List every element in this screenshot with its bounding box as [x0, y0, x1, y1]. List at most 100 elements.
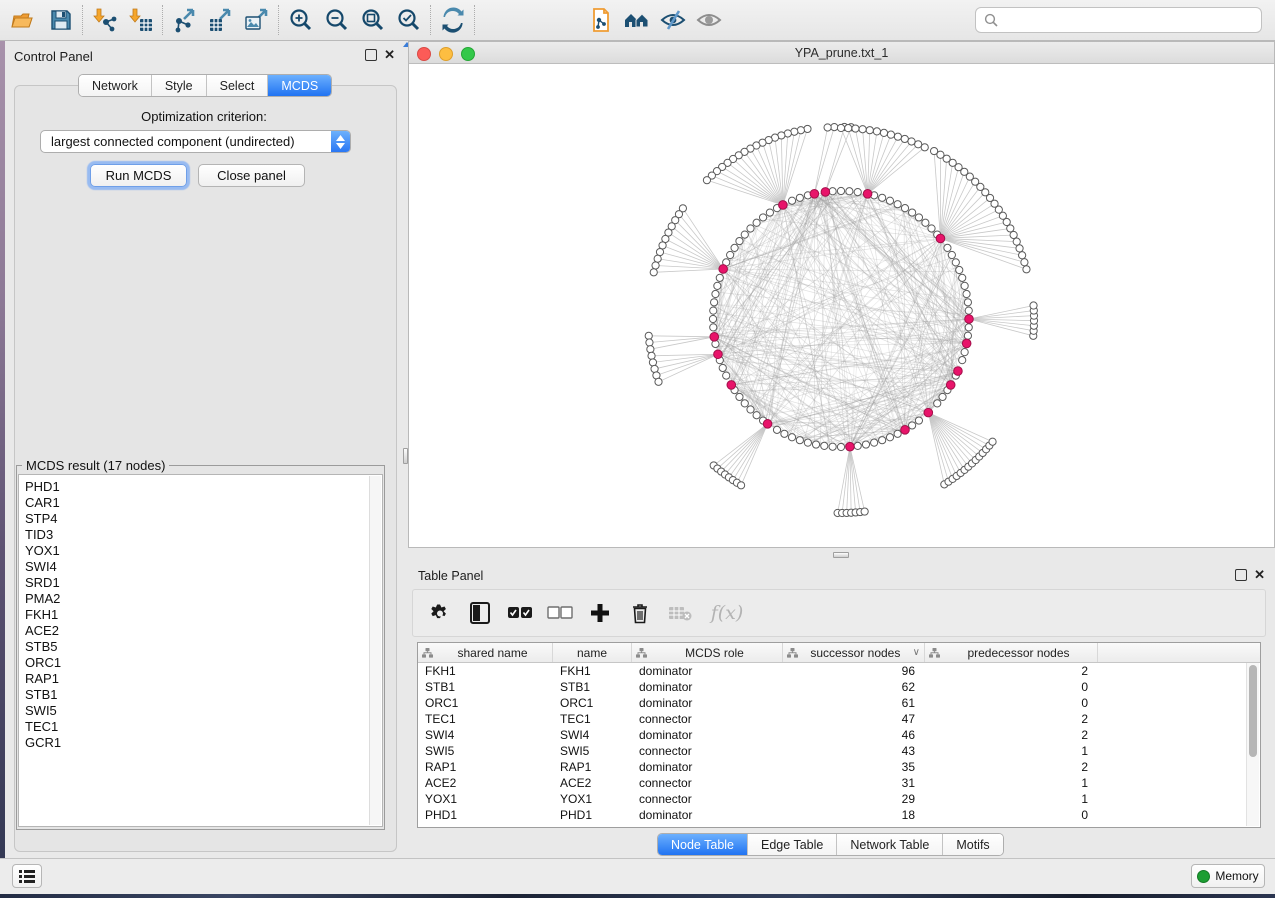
graph-node[interactable]	[909, 209, 916, 216]
graph-node[interactable]	[873, 128, 880, 135]
tab-select[interactable]: Select	[207, 75, 269, 96]
graph-node[interactable]	[887, 131, 894, 138]
task-history-button[interactable]	[12, 864, 42, 888]
mcds-list-scrollbar[interactable]	[369, 476, 381, 825]
graph-node[interactable]	[959, 357, 966, 364]
mcds-result-item[interactable]: FKH1	[19, 607, 382, 623]
graph-node[interactable]	[710, 299, 717, 306]
eye-slash-icon[interactable]	[658, 5, 688, 35]
graph-dominator-node[interactable]	[810, 189, 819, 198]
graph-node[interactable]	[852, 125, 859, 132]
mcds-result-item[interactable]: CAR1	[19, 495, 382, 511]
graph-dominator-node[interactable]	[965, 315, 974, 324]
close-panel-button[interactable]: Close panel	[198, 164, 305, 187]
graph-node[interactable]	[788, 434, 795, 441]
graph-node[interactable]	[901, 135, 908, 142]
graph-node[interactable]	[716, 274, 723, 281]
mcds-result-item[interactable]: RAP1	[19, 671, 382, 687]
network-document-icon[interactable]	[586, 5, 616, 35]
graph-dominator-node[interactable]	[946, 381, 955, 390]
graph-node[interactable]	[804, 439, 811, 446]
graph-dominator-node[interactable]	[714, 350, 723, 359]
graph-node[interactable]	[645, 332, 652, 339]
graph-node[interactable]	[829, 443, 836, 450]
gear-icon[interactable]	[427, 600, 453, 626]
graph-node[interactable]	[1019, 252, 1026, 259]
import-table-icon[interactable]	[126, 5, 156, 35]
graph-node[interactable]	[723, 372, 730, 379]
tab-edge-table[interactable]: Edge Table	[748, 834, 837, 855]
graph-node[interactable]	[741, 231, 748, 238]
graph-dominator-node[interactable]	[719, 265, 728, 274]
graph-node[interactable]	[880, 129, 887, 136]
search-field[interactable]	[975, 7, 1262, 33]
close-panel-icon[interactable]: ✕	[384, 50, 395, 60]
graph-node[interactable]	[753, 219, 760, 226]
graph-node[interactable]	[989, 438, 996, 445]
graph-node[interactable]	[964, 332, 971, 339]
run-mcds-button[interactable]: Run MCDS	[90, 164, 187, 187]
graph-node[interactable]	[796, 437, 803, 444]
table-row[interactable]: ACE2ACE2connector311	[418, 775, 1260, 791]
graph-node[interactable]	[894, 201, 901, 208]
graph-node[interactable]	[886, 434, 893, 441]
graph-node[interactable]	[646, 339, 653, 346]
horizontal-splitter[interactable]	[403, 548, 1275, 563]
graph-node[interactable]	[747, 225, 754, 232]
graph-node[interactable]	[727, 251, 734, 258]
graph-node[interactable]	[909, 422, 916, 429]
graph-node[interactable]	[710, 324, 717, 331]
graph-dominator-node[interactable]	[821, 188, 830, 197]
graph-node[interactable]	[736, 393, 743, 400]
table-scrollbar[interactable]	[1246, 663, 1259, 826]
tab-network-table[interactable]: Network Table	[837, 834, 943, 855]
graph-node[interactable]	[859, 126, 866, 133]
graph-dominator-node[interactable]	[962, 339, 971, 348]
column-header-MCDS-role[interactable]: MCDS role	[632, 643, 783, 662]
graph-node[interactable]	[781, 430, 788, 437]
open-folder-icon[interactable]	[8, 5, 38, 35]
graph-node[interactable]	[861, 508, 868, 515]
graph-node[interactable]	[965, 324, 972, 331]
mcds-result-list[interactable]: PHD1CAR1STP4TID3YOX1SWI4SRD1PMA2FKH1ACE2…	[18, 474, 383, 827]
graph-node[interactable]	[773, 426, 780, 433]
mcds-result-item[interactable]: TID3	[19, 527, 382, 543]
mcds-result-item[interactable]: ACE2	[19, 623, 382, 639]
plus-icon[interactable]	[587, 600, 613, 626]
graph-node[interactable]	[901, 205, 908, 212]
mcds-result-item[interactable]: GCR1	[19, 735, 382, 751]
graph-node[interactable]	[747, 406, 754, 413]
graph-node[interactable]	[862, 441, 869, 448]
tab-style[interactable]: Style	[152, 75, 207, 96]
graph-dominator-node[interactable]	[710, 333, 719, 342]
zoom-out-icon[interactable]	[322, 5, 352, 35]
graph-node[interactable]	[894, 430, 901, 437]
graph-node[interactable]	[964, 299, 971, 306]
graph-node[interactable]	[915, 141, 922, 148]
graph-node[interactable]	[837, 443, 844, 450]
criterion-select[interactable]: largest connected component (undirected)	[40, 130, 351, 153]
graph-node[interactable]	[871, 439, 878, 446]
houses-icon[interactable]	[622, 5, 652, 35]
graph-node[interactable]	[731, 244, 738, 251]
graph-node[interactable]	[866, 127, 873, 134]
table-scrollbar-thumb[interactable]	[1249, 665, 1257, 757]
graph-node[interactable]	[719, 364, 726, 371]
table-row[interactable]: SWI5SWI5connector431	[418, 743, 1260, 759]
mcds-result-item[interactable]: YOX1	[19, 543, 382, 559]
table-row[interactable]: ORC1ORC1dominator610	[418, 695, 1260, 711]
graph-node[interactable]	[854, 188, 861, 195]
table-row[interactable]: FKH1FKH1dominator962	[418, 663, 1260, 679]
deselect-all-icon[interactable]	[547, 600, 573, 626]
graph-node[interactable]	[879, 437, 886, 444]
graph-node[interactable]	[710, 307, 717, 314]
network-graph-canvas[interactable]	[409, 64, 1274, 547]
graph-node[interactable]	[939, 393, 946, 400]
mcds-result-item[interactable]: SWI4	[19, 559, 382, 575]
graph-node[interactable]	[845, 125, 852, 132]
graph-node[interactable]	[930, 147, 937, 154]
trash-icon[interactable]	[627, 600, 653, 626]
graph-node[interactable]	[753, 412, 760, 419]
graph-node[interactable]	[647, 346, 654, 353]
table-row[interactable]: TEC1TEC1connector472	[418, 711, 1260, 727]
